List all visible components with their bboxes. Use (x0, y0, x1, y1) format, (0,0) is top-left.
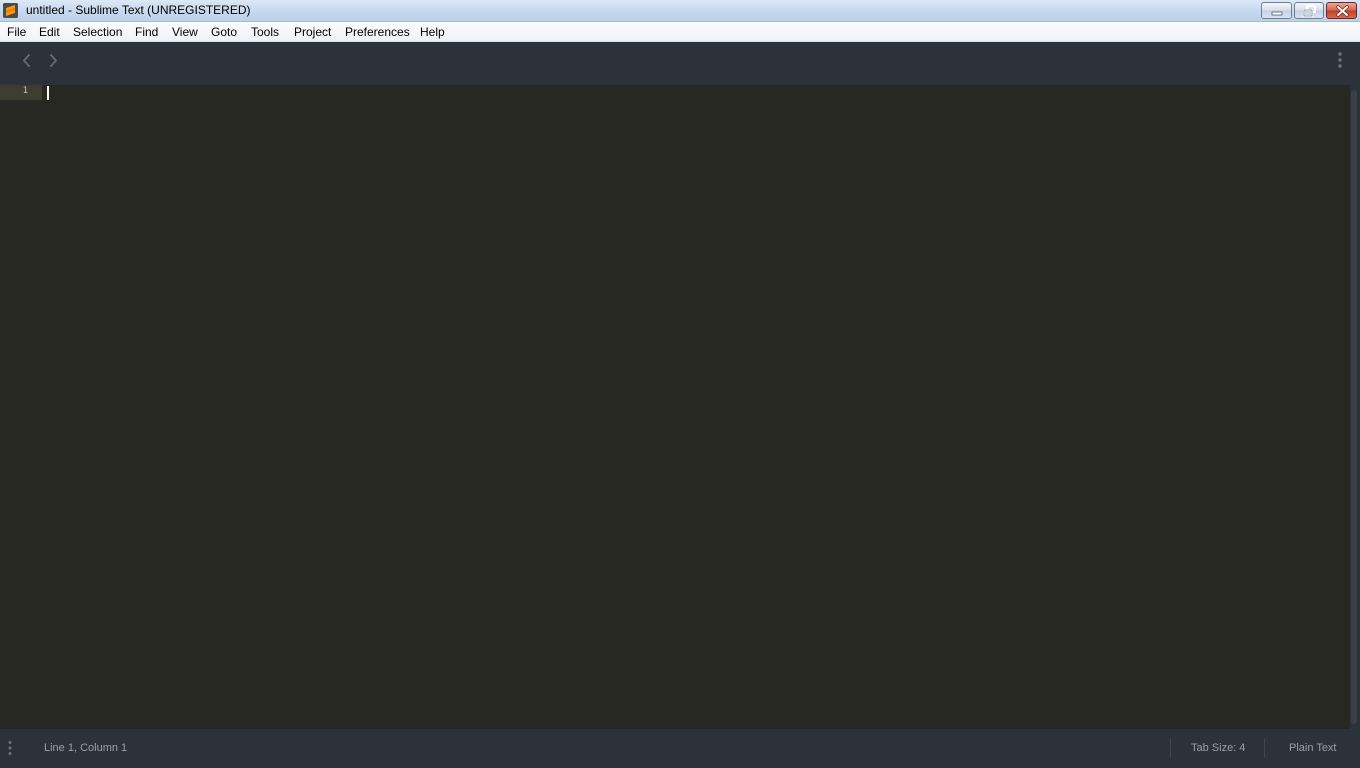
text-caret (47, 86, 49, 100)
navigate-back-button[interactable] (17, 51, 37, 71)
chevron-right-icon (50, 54, 57, 67)
menu-file[interactable]: File (7, 25, 26, 39)
status-divider (1264, 738, 1265, 758)
vertical-ellipsis-icon (1338, 52, 1342, 68)
cursor-position: Line 1, Column 1 (44, 742, 128, 754)
chevron-left-icon (23, 54, 30, 67)
editor-pane[interactable]: 1 (0, 85, 1350, 729)
status-divider (1170, 738, 1171, 758)
tab-menu-button[interactable] (1332, 50, 1348, 70)
menu-goto[interactable]: Goto (211, 25, 237, 39)
menu-bar: File Edit Selection Find View Goto Tools… (0, 22, 1360, 42)
tab-size-selector[interactable]: Tab Size: 4 (1191, 742, 1245, 754)
line-number-gutter: 1 (0, 85, 42, 729)
menu-tools[interactable]: Tools (251, 25, 279, 39)
status-bar: Line 1, Column 1 Tab Size: 4 Plain Text (0, 729, 1360, 768)
navigate-forward-button[interactable] (44, 51, 64, 71)
line-number: 1 (22, 86, 28, 96)
text-area[interactable] (42, 85, 1348, 729)
menu-project[interactable]: Project (294, 25, 331, 39)
restore-icon (1303, 5, 1316, 17)
menu-view[interactable]: View (172, 25, 198, 39)
vertical-scrollbar[interactable] (1350, 85, 1360, 729)
sublime-text-icon[interactable] (3, 3, 18, 18)
minimize-button[interactable] (1261, 2, 1292, 19)
sublime-text-window: untitled - Sublime Text (UNREGISTERED) F… (0, 0, 1360, 768)
window-title: untitled - Sublime Text (UNREGISTERED) (26, 3, 251, 17)
menu-preferences[interactable]: Preferences (345, 25, 410, 39)
title-bar[interactable]: untitled - Sublime Text (UNREGISTERED) (0, 0, 1360, 22)
minimize-icon (1271, 11, 1283, 16)
tab-bar (0, 42, 1360, 85)
status-menu-button[interactable] (3, 739, 17, 757)
close-button[interactable] (1326, 2, 1357, 19)
menu-find[interactable]: Find (135, 25, 158, 39)
menu-help[interactable]: Help (420, 25, 445, 39)
menu-edit[interactable]: Edit (39, 25, 60, 39)
scrollbar-thumb[interactable] (1351, 90, 1357, 724)
menu-selection[interactable]: Selection (73, 25, 122, 39)
syntax-selector[interactable]: Plain Text (1289, 742, 1337, 754)
restore-button[interactable] (1294, 2, 1324, 19)
vertical-ellipsis-icon (8, 741, 12, 755)
close-icon (1336, 5, 1349, 17)
